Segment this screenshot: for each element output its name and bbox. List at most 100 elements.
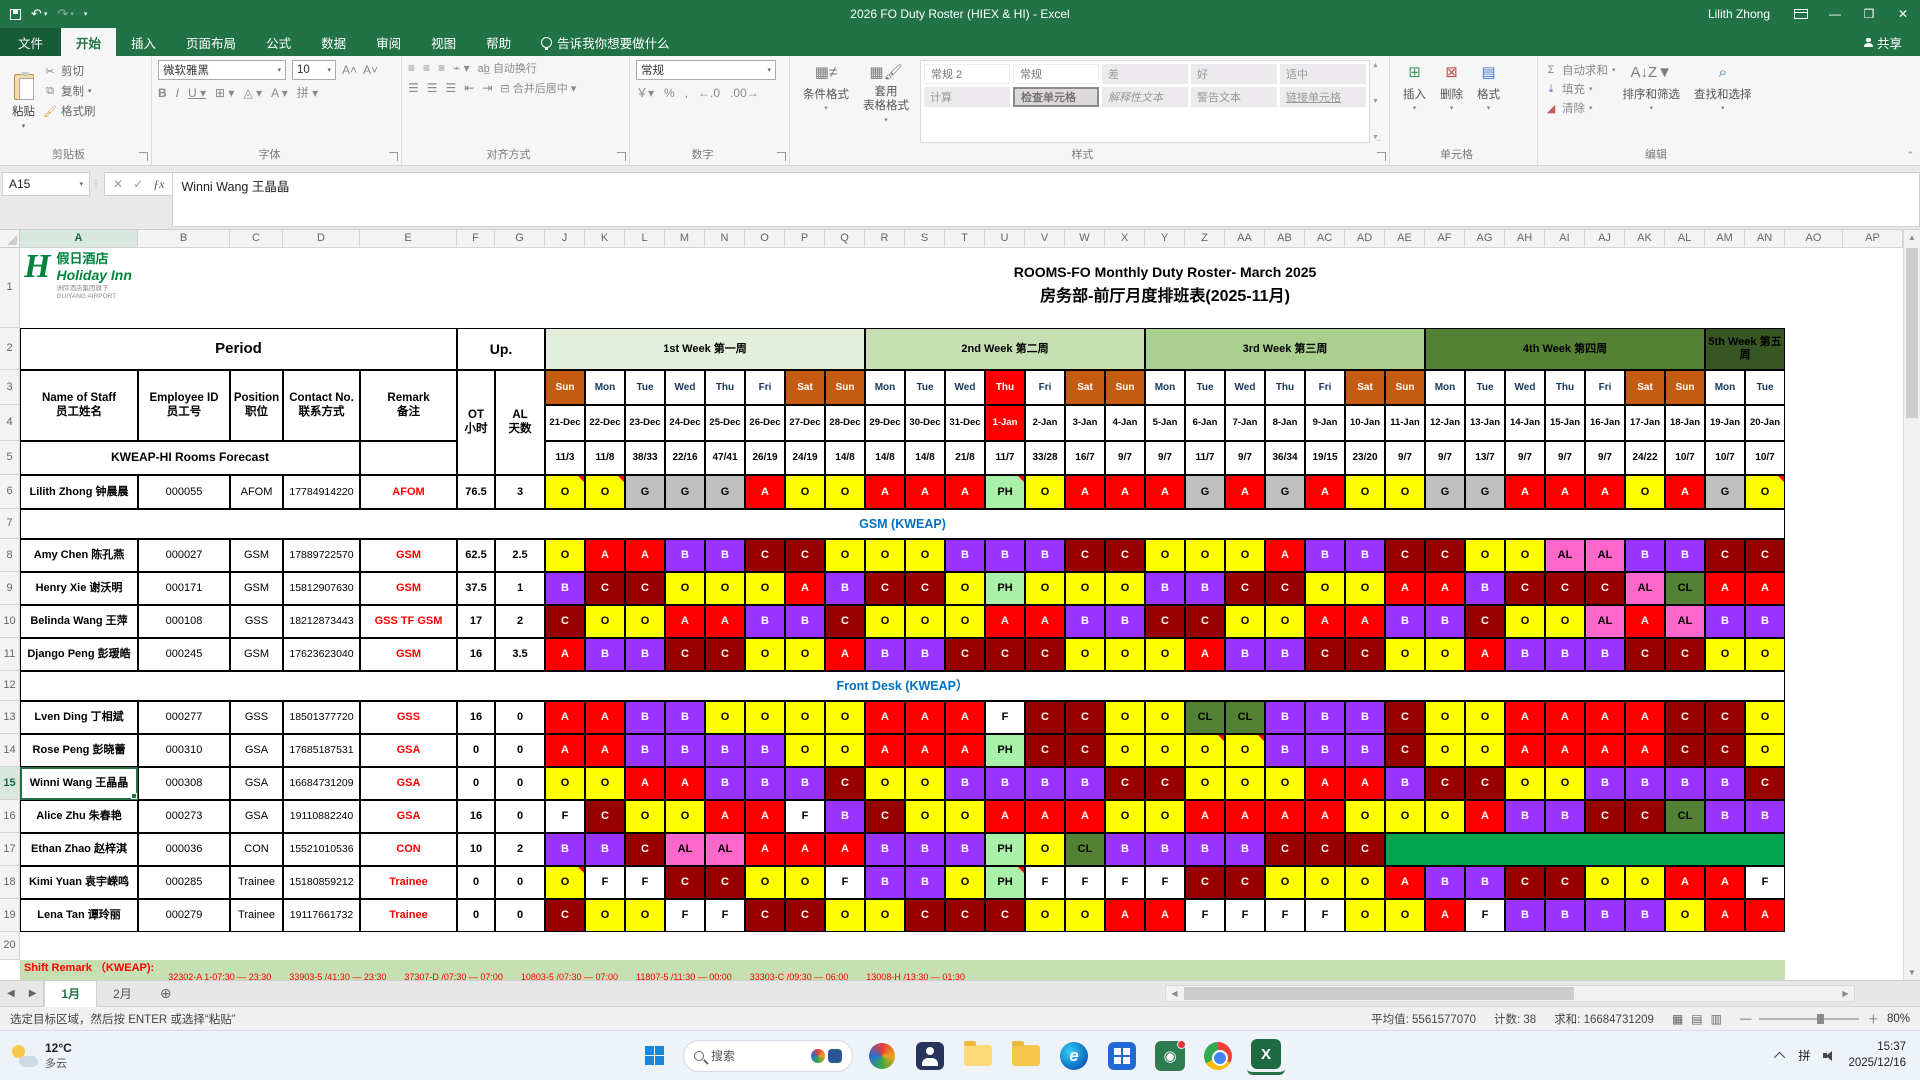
shift-cell[interactable]: C xyxy=(1265,572,1305,605)
shift-cell[interactable]: B xyxy=(1585,767,1625,800)
sheet-nav-left-icon[interactable]: ◀ xyxy=(0,988,22,999)
column-header-O[interactable]: O xyxy=(745,230,785,248)
forecast-cell[interactable]: 23/20 xyxy=(1345,441,1385,475)
shift-cell[interactable]: A xyxy=(1625,734,1665,767)
shift-cell[interactable]: AL xyxy=(665,833,705,866)
column-header-P[interactable]: P xyxy=(785,230,825,248)
staff-name-cell[interactable]: Winni Wang 王晶晶 xyxy=(20,767,138,800)
ribbon-tab-4[interactable]: 公式 xyxy=(251,28,306,56)
shift-cell[interactable]: A xyxy=(705,605,745,638)
name-box[interactable]: A15 ▾ xyxy=(2,172,90,196)
shift-cell[interactable]: F xyxy=(985,701,1025,734)
shift-cell[interactable]: B xyxy=(905,866,945,899)
shift-cell[interactable]: B xyxy=(1185,572,1225,605)
shift-cell[interactable]: O xyxy=(1145,539,1185,572)
shift-cell[interactable]: A xyxy=(945,734,985,767)
forecast-cell[interactable]: 9/7 xyxy=(1105,441,1145,475)
ribbon-tab-1[interactable]: 开始 xyxy=(61,28,117,56)
shift-cell[interactable]: F xyxy=(1185,899,1225,932)
increase-indent-icon[interactable]: ⇥ xyxy=(482,81,492,95)
shift-cell[interactable]: O xyxy=(865,539,905,572)
shift-cell[interactable]: O xyxy=(785,701,825,734)
shift-cell[interactable]: A xyxy=(905,701,945,734)
taskbar-chrome[interactable] xyxy=(1199,1037,1237,1075)
staff-al-cell[interactable]: 0 xyxy=(495,800,545,833)
start-button[interactable] xyxy=(635,1037,673,1075)
column-header-N[interactable]: N xyxy=(705,230,745,248)
shift-cell[interactable]: O xyxy=(825,475,865,509)
shift-cell[interactable]: F xyxy=(585,866,625,899)
shift-cell[interactable]: B xyxy=(1345,701,1385,734)
number-format-select[interactable]: 常规 ▾ xyxy=(636,60,776,80)
shift-cell[interactable]: F xyxy=(785,800,825,833)
staff-remark-cell[interactable]: GSM xyxy=(360,572,457,605)
shift-cell[interactable]: A xyxy=(1665,475,1705,509)
shift-cell[interactable]: A xyxy=(1505,475,1545,509)
staff-remark-cell[interactable]: GSS TF GSM xyxy=(360,605,457,638)
shift-cell[interactable]: A xyxy=(905,475,945,509)
shift-cell[interactable]: O xyxy=(1345,475,1385,509)
shift-cell[interactable]: O xyxy=(945,800,985,833)
font-family-select[interactable]: 微软雅黑 ▾ xyxy=(158,60,286,80)
shift-cell[interactable]: C xyxy=(665,866,705,899)
shift-cell[interactable]: B xyxy=(1545,638,1585,671)
shift-cell[interactable]: O xyxy=(1545,605,1585,638)
row-header-17[interactable]: 17 xyxy=(0,833,20,866)
staff-contact-cell[interactable]: 15812907630 xyxy=(283,572,360,605)
shift-cell[interactable]: C xyxy=(1305,638,1345,671)
shift-cell[interactable]: C xyxy=(1385,734,1425,767)
shift-cell[interactable]: C xyxy=(945,899,985,932)
shift-cell[interactable]: A xyxy=(1585,701,1625,734)
shift-cell[interactable]: A xyxy=(945,701,985,734)
shift-cell[interactable]: A xyxy=(745,800,785,833)
shift-cell[interactable]: C xyxy=(1425,767,1465,800)
tray-expand-icon[interactable] xyxy=(1774,1051,1786,1063)
staff-contact-cell[interactable]: 18212873443 xyxy=(283,605,360,638)
volume-icon[interactable] xyxy=(1823,1050,1835,1061)
shift-cell[interactable]: A xyxy=(1145,899,1185,932)
forecast-cell[interactable]: 10/7 xyxy=(1745,441,1785,475)
shift-cell[interactable]: B xyxy=(1385,767,1425,800)
staff-ot-cell[interactable]: 37.5 xyxy=(457,572,495,605)
forecast-cell[interactable]: 21/8 xyxy=(945,441,985,475)
shift-cell[interactable]: F xyxy=(545,800,585,833)
row-header-7[interactable]: 7 xyxy=(0,509,20,539)
column-header-L[interactable]: L xyxy=(625,230,665,248)
enter-formula-icon[interactable]: ✓ xyxy=(133,177,143,191)
staff-id-cell[interactable]: 000285 xyxy=(138,866,230,899)
staff-contact-cell[interactable]: 17784914220 xyxy=(283,475,360,509)
shift-cell[interactable]: C xyxy=(1385,539,1425,572)
font-size-select[interactable]: 10 ▾ xyxy=(292,60,336,80)
staff-id-cell[interactable]: 000273 xyxy=(138,800,230,833)
staff-position-cell[interactable]: CON xyxy=(230,833,283,866)
font-color-icon[interactable]: A ▾ xyxy=(271,86,288,100)
shift-cell[interactable] xyxy=(1745,833,1785,866)
wrap-text-button[interactable]: ab̲ 自动换行 xyxy=(478,60,537,76)
vscroll-thumb[interactable] xyxy=(1906,248,1918,418)
shift-cell[interactable]: C xyxy=(1625,800,1665,833)
shift-cell[interactable]: A xyxy=(1745,572,1785,605)
staff-position-cell[interactable]: GSM xyxy=(230,539,283,572)
staff-remark-cell[interactable]: GSA xyxy=(360,800,457,833)
shift-cell[interactable]: O xyxy=(1225,605,1265,638)
shift-cell[interactable]: B xyxy=(1265,701,1305,734)
shift-cell[interactable]: O xyxy=(1425,734,1465,767)
shift-cell[interactable]: B xyxy=(865,833,905,866)
shift-cell[interactable]: F xyxy=(1265,899,1305,932)
cell-style-chip[interactable]: 链接单元格 xyxy=(1280,87,1366,107)
shift-cell[interactable]: A xyxy=(1705,572,1745,605)
shift-cell[interactable]: O xyxy=(905,800,945,833)
shift-cell[interactable]: B xyxy=(705,767,745,800)
shift-cell[interactable]: O xyxy=(745,638,785,671)
shift-cell[interactable]: O xyxy=(1545,767,1585,800)
staff-position-cell[interactable]: Trainee xyxy=(230,899,283,932)
shift-cell[interactable]: B xyxy=(1625,767,1665,800)
shift-cell[interactable]: O xyxy=(1425,701,1465,734)
shift-cell[interactable]: PH xyxy=(985,866,1025,899)
shift-cell[interactable]: A xyxy=(1305,475,1345,509)
cancel-formula-icon[interactable]: ✕ xyxy=(113,177,123,191)
shift-cell[interactable]: A xyxy=(1305,605,1345,638)
staff-al-cell[interactable]: 0 xyxy=(495,899,545,932)
shift-cell[interactable]: C xyxy=(985,899,1025,932)
shift-cell[interactable]: B xyxy=(1305,539,1345,572)
